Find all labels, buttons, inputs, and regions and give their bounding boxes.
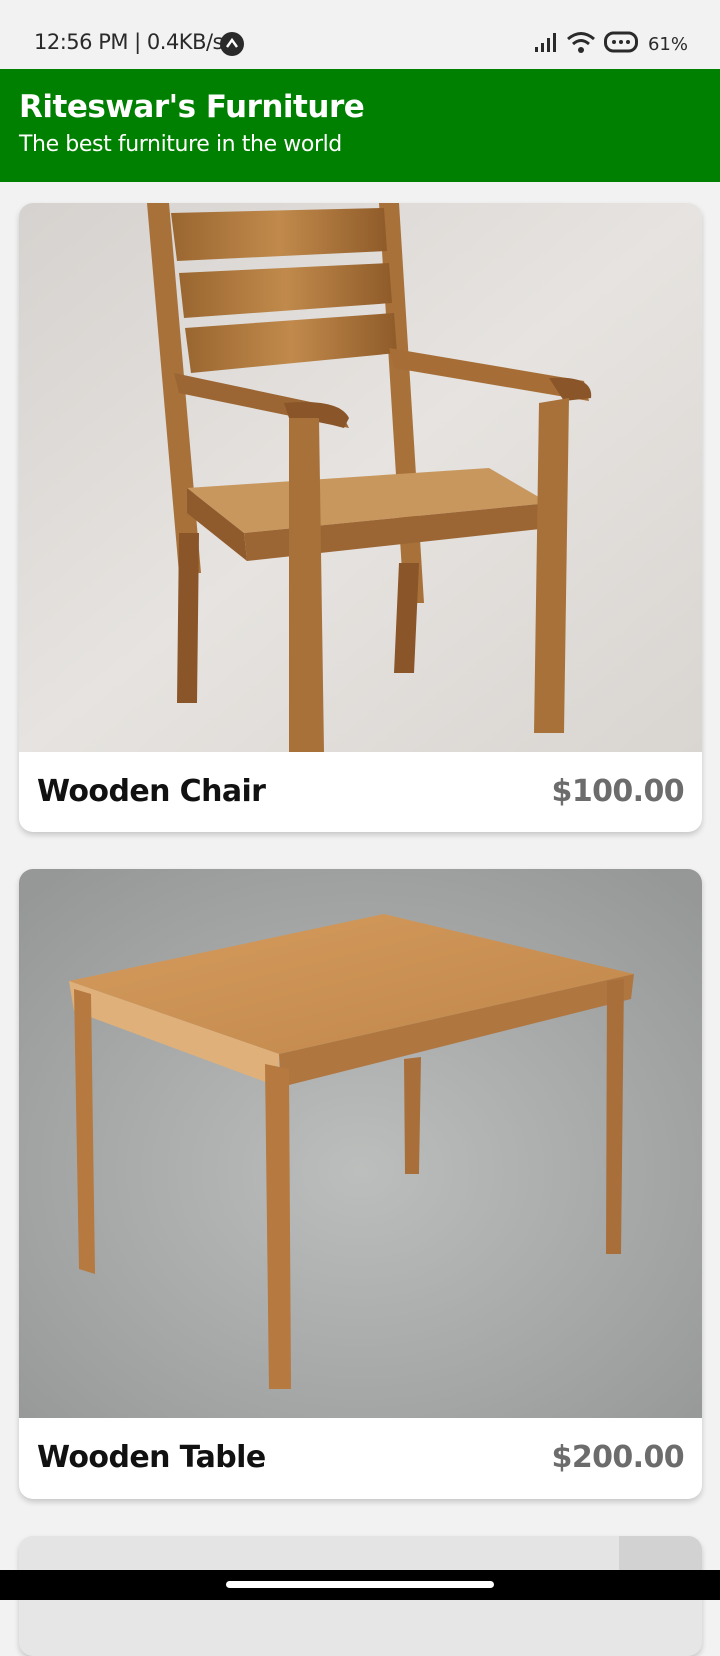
app-subtitle: The best furniture in the world — [19, 132, 342, 157]
product-price: $200.00 — [551, 1440, 685, 1475]
product-card[interactable]: Wooden Table $200.00 — [19, 869, 702, 1499]
battery-icon — [603, 31, 640, 57]
status-icons: 61% — [534, 30, 688, 58]
product-name: Wooden Table — [37, 1440, 266, 1475]
status-bar: 12:56 PM | 0.4KB/s 61% — [0, 0, 720, 69]
battery-percent: 61% — [647, 33, 688, 55]
wifi-icon — [566, 30, 596, 58]
status-time: 12:56 PM | 0.4KB/s — [34, 30, 224, 54]
home-indicator[interactable] — [226, 1581, 494, 1588]
product-name: Wooden Chair — [37, 774, 266, 809]
signal-icon — [534, 31, 558, 57]
wooden-chair-photo — [19, 203, 702, 752]
product-price: $100.00 — [551, 774, 685, 809]
product-footer: Wooden Chair $100.00 — [19, 752, 702, 832]
product-footer: Wooden Table $200.00 — [19, 1418, 702, 1498]
app-notification-icon — [220, 32, 244, 56]
app-title: Riteswar's Furniture — [19, 89, 365, 125]
wooden-table-photo — [19, 869, 702, 1418]
app-header: Riteswar's Furniture The best furniture … — [0, 69, 720, 182]
system-navigation-bar — [0, 1570, 720, 1600]
product-card[interactable]: Wooden Chair $100.00 — [19, 203, 702, 832]
